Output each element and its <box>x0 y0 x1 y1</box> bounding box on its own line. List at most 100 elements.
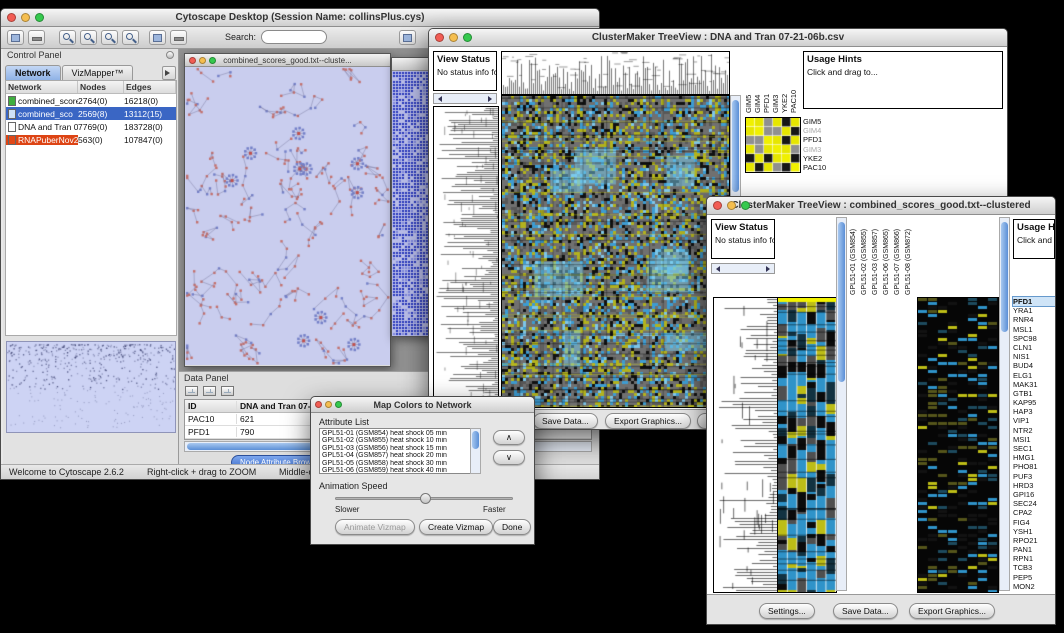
attribute-list[interactable]: GPL51-01 (GSM854) heat shock 05 minGPL51… <box>319 428 481 474</box>
gene-label[interactable]: GTB1 <box>1013 389 1055 398</box>
tab-vizmapper[interactable]: VizMapper™ <box>62 65 134 80</box>
maximize-icon[interactable] <box>463 33 472 42</box>
gene-label[interactable]: KAP95 <box>1013 398 1055 407</box>
scroll-thumb[interactable] <box>838 222 845 382</box>
slider-thumb[interactable] <box>420 493 431 504</box>
network-row[interactable]: combined_scores 2764(0) 16218(0) <box>6 94 176 107</box>
create-vizmap-button[interactable]: Create Vizmap <box>419 519 493 535</box>
column-label[interactable]: GIM5 <box>744 55 753 113</box>
animate-vizmap-button[interactable]: Animate Vizmap <box>335 519 415 535</box>
gene-label[interactable]: YSH1 <box>1013 527 1055 536</box>
move-up-button[interactable]: ∧ <box>493 430 525 445</box>
gene-label[interactable]: RNR4 <box>1013 315 1055 324</box>
gene-label[interactable]: RPO21 <box>1013 536 1055 545</box>
row-dendrogram[interactable] <box>433 106 499 408</box>
maximize-icon[interactable] <box>741 201 750 210</box>
column-label[interactable]: GIM3 <box>771 55 780 113</box>
gene-label[interactable]: MSL1 <box>1013 325 1055 334</box>
animation-speed-slider[interactable] <box>335 497 513 500</box>
gene-label[interactable]: GPI16 <box>1013 490 1055 499</box>
network-overview-thumbnail[interactable] <box>6 341 176 433</box>
col-network[interactable]: Network <box>6 81 78 93</box>
map-dialog-titlebar[interactable]: Map Colors to Network <box>311 397 534 413</box>
search-input[interactable] <box>261 30 327 44</box>
global-heatmap[interactable] <box>917 297 999 593</box>
settings-button[interactable]: Settings... <box>759 603 815 619</box>
gene-label[interactable]: NIS1 <box>1013 352 1055 361</box>
close-icon[interactable] <box>713 201 722 210</box>
column-label[interactable]: GPL51-07 (GSM866) <box>893 219 903 295</box>
maximize-icon[interactable] <box>35 13 44 22</box>
scroll-thumb[interactable] <box>1001 222 1008 332</box>
col-nodes[interactable]: Nodes <box>78 81 124 93</box>
treeview1-titlebar[interactable]: ClusterMaker TreeView : DNA and Tran 07-… <box>429 29 1007 47</box>
attribute-item[interactable]: GPL51-03 (GSM856) heat shock 15 min <box>322 445 478 452</box>
zoom-selected-icon[interactable] <box>101 30 118 45</box>
maximize-icon[interactable] <box>335 401 342 408</box>
attribute-item[interactable]: GPL51-06 (GSM859) heat shock 40 min <box>322 467 478 474</box>
gene-label[interactable]: PAC10 <box>803 163 849 172</box>
attribute-item[interactable]: GPL51-05 (GSM858) heat shock 30 min <box>322 460 478 467</box>
network-row[interactable]: DNA and Tran 0 7769(0) 183728(0) <box>6 120 176 133</box>
row-dendrogram[interactable] <box>713 297 779 593</box>
tab-network[interactable]: Network <box>5 65 61 80</box>
gene-label[interactable]: SEC1 <box>1013 444 1055 453</box>
minimize-icon[interactable] <box>199 57 206 64</box>
annotation-icon[interactable] <box>149 30 166 45</box>
column-label[interactable]: PFD1 <box>762 55 771 113</box>
network-table-header[interactable]: Network Nodes Edges <box>6 81 176 94</box>
col-id[interactable]: ID <box>185 401 237 411</box>
save-data-button[interactable]: Save Data... <box>533 413 598 429</box>
gene-label[interactable]: CPA2 <box>1013 508 1055 517</box>
minimize-icon[interactable] <box>727 201 736 210</box>
gene-label[interactable]: RPN1 <box>1013 554 1055 563</box>
gene-label[interactable]: FIG4 <box>1013 518 1055 527</box>
overlap-icon[interactable] <box>170 30 187 45</box>
heatmap-main[interactable] <box>501 95 730 408</box>
gene-label[interactable]: CLN1 <box>1013 343 1055 352</box>
edge-attr-table-icon[interactable] <box>203 386 216 396</box>
export-graphics-button[interactable]: Export Graphics... <box>909 603 995 619</box>
attribute-list-scrollbar[interactable] <box>470 428 481 474</box>
attribute-item[interactable]: GPL51-04 (GSM857) heat shock 20 min <box>322 452 478 459</box>
zoom-in-icon[interactable] <box>80 30 97 45</box>
maximize-icon[interactable] <box>209 57 216 64</box>
save-data-button[interactable]: Save Data... <box>833 603 898 619</box>
gene-label[interactable]: HAP3 <box>1013 407 1055 416</box>
scroll-thumb[interactable] <box>472 431 479 449</box>
gene-label[interactable]: PAN1 <box>1013 545 1055 554</box>
column-label[interactable]: GIM4 <box>753 55 762 113</box>
global-vscrollbar[interactable] <box>999 217 1010 591</box>
main-titlebar[interactable]: Cytoscape Desktop (Session Name: collins… <box>1 9 599 27</box>
minimize-icon[interactable] <box>21 13 30 22</box>
close-icon[interactable] <box>7 13 16 22</box>
col-edges[interactable]: Edges <box>124 81 176 93</box>
tab-scroll-right-icon[interactable] <box>162 66 176 80</box>
tree-hscrollbar[interactable] <box>711 263 775 274</box>
plugin-icon[interactable] <box>399 30 416 45</box>
scroll-right-icon[interactable] <box>766 266 773 272</box>
gene-label[interactable]: PEP5 <box>1013 573 1055 582</box>
gene-label[interactable]: YRA1 <box>1013 306 1055 315</box>
tree-hscrollbar[interactable] <box>433 93 497 104</box>
minimize-icon[interactable] <box>325 401 332 408</box>
minimize-icon[interactable] <box>449 33 458 42</box>
done-button[interactable]: Done <box>493 519 531 535</box>
column-label[interactable]: GPL51-01 (GSM854) <box>849 219 859 295</box>
float-panel-icon[interactable] <box>166 51 174 59</box>
column-label[interactable]: GPL51-03 (GSM857) <box>871 219 881 295</box>
gene-label[interactable]: ELG1 <box>1013 371 1055 380</box>
network-view-window[interactable]: combined_scores_good.txt--cluste... <box>184 53 391 367</box>
gene-label[interactable]: HRD3 <box>1013 481 1055 490</box>
close-icon[interactable] <box>435 33 444 42</box>
export-graphics-button[interactable]: Export Graphics... <box>605 413 691 429</box>
column-label[interactable]: YKE2 <box>780 55 789 113</box>
gene-label[interactable]: PFD1 <box>803 135 849 144</box>
close-icon[interactable] <box>189 57 196 64</box>
save-session-icon[interactable] <box>28 30 45 45</box>
gene-label[interactable]: BUD4 <box>1013 361 1055 370</box>
gene-label[interactable]: GIM4 <box>803 126 849 135</box>
scroll-left-icon[interactable] <box>713 266 720 272</box>
network-attr-table-icon[interactable] <box>221 386 234 396</box>
gene-label[interactable]: PUF3 <box>1013 472 1055 481</box>
